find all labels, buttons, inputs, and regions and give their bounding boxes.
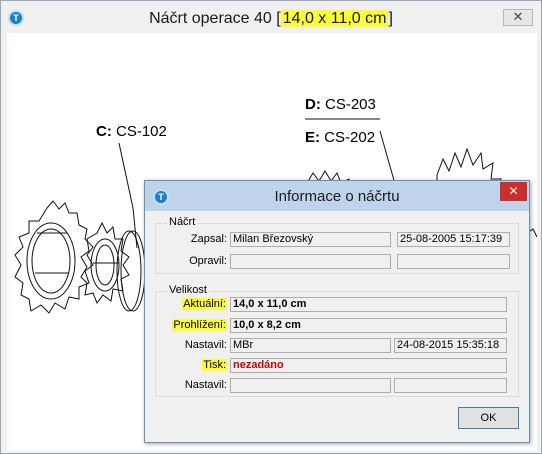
group-sketch-label: Náčrt	[167, 216, 198, 228]
print-set-by-field[interactable]	[230, 378, 391, 393]
window-title-size: 14,0 x 11,0 cm	[280, 10, 389, 27]
print-label-text: Tisk:	[202, 359, 227, 371]
edited-at-field[interactable]	[397, 254, 510, 269]
label-d: D: CS-203	[305, 96, 376, 113]
label-c: C: CS-102	[96, 123, 167, 140]
preview-size-label: Prohlížení:	[165, 319, 227, 331]
window-title-suffix: ]	[388, 10, 393, 27]
set-at-field[interactable]: 24-08-2015 15:35:18	[394, 338, 507, 353]
dialog-close-button[interactable]: ✕	[500, 182, 527, 201]
dialog-title-bar: T Informace o náčrtu ✕	[145, 181, 529, 211]
sketch-info-dialog: T Informace o náčrtu ✕ Náčrt Zapsal: Mil…	[144, 180, 530, 443]
window-close-button[interactable]: ✕	[503, 9, 533, 26]
window-title-prefix: Náčrt operace 40 [	[149, 10, 281, 27]
label-d-letter: D:	[305, 96, 321, 113]
preview-size-field[interactable]: 10,0 x 8,2 cm	[230, 318, 507, 333]
print-label: Tisk:	[165, 359, 227, 371]
ok-button[interactable]: OK	[458, 407, 519, 429]
current-size-field[interactable]: 14,0 x 11,0 cm	[230, 297, 507, 312]
preview-size-label-text: Prohlížení:	[172, 319, 227, 331]
label-e-value: CS-202	[324, 129, 376, 146]
written-by-label: Zapsal:	[190, 233, 227, 245]
current-size-label-text: Aktuální:	[182, 298, 227, 310]
print-set-by-label: Nastavil:	[184, 379, 227, 391]
window-title-bar: T Náčrt operace 40 [14,0 x 11,0 cm] ✕	[1, 1, 541, 33]
current-size-label: Aktuální:	[165, 298, 227, 310]
label-d-value: CS-203	[325, 96, 376, 113]
label-c-letter: C:	[96, 123, 112, 140]
written-at-field[interactable]: 25-08-2005 15:17:39	[397, 232, 510, 247]
set-by-field[interactable]: MBr	[230, 338, 391, 353]
edited-by-label: Opravil:	[189, 255, 227, 267]
label-c-value: CS-102	[116, 123, 167, 140]
written-by-field[interactable]: Milan Březovský	[230, 232, 391, 247]
print-field[interactable]: nezadáno	[230, 358, 507, 373]
window-title: Náčrt operace 40 [14,0 x 11,0 cm]	[1, 9, 541, 29]
dialog-title: Informace o náčrtu	[274, 188, 400, 205]
label-e: E: CS-202	[305, 129, 375, 146]
print-set-at-field[interactable]	[394, 378, 507, 393]
group-size-label: Velikost	[167, 284, 209, 296]
label-e-letter: E:	[305, 129, 320, 146]
set-by-label: Nastavil:	[184, 339, 227, 351]
edited-by-field[interactable]	[230, 254, 391, 269]
